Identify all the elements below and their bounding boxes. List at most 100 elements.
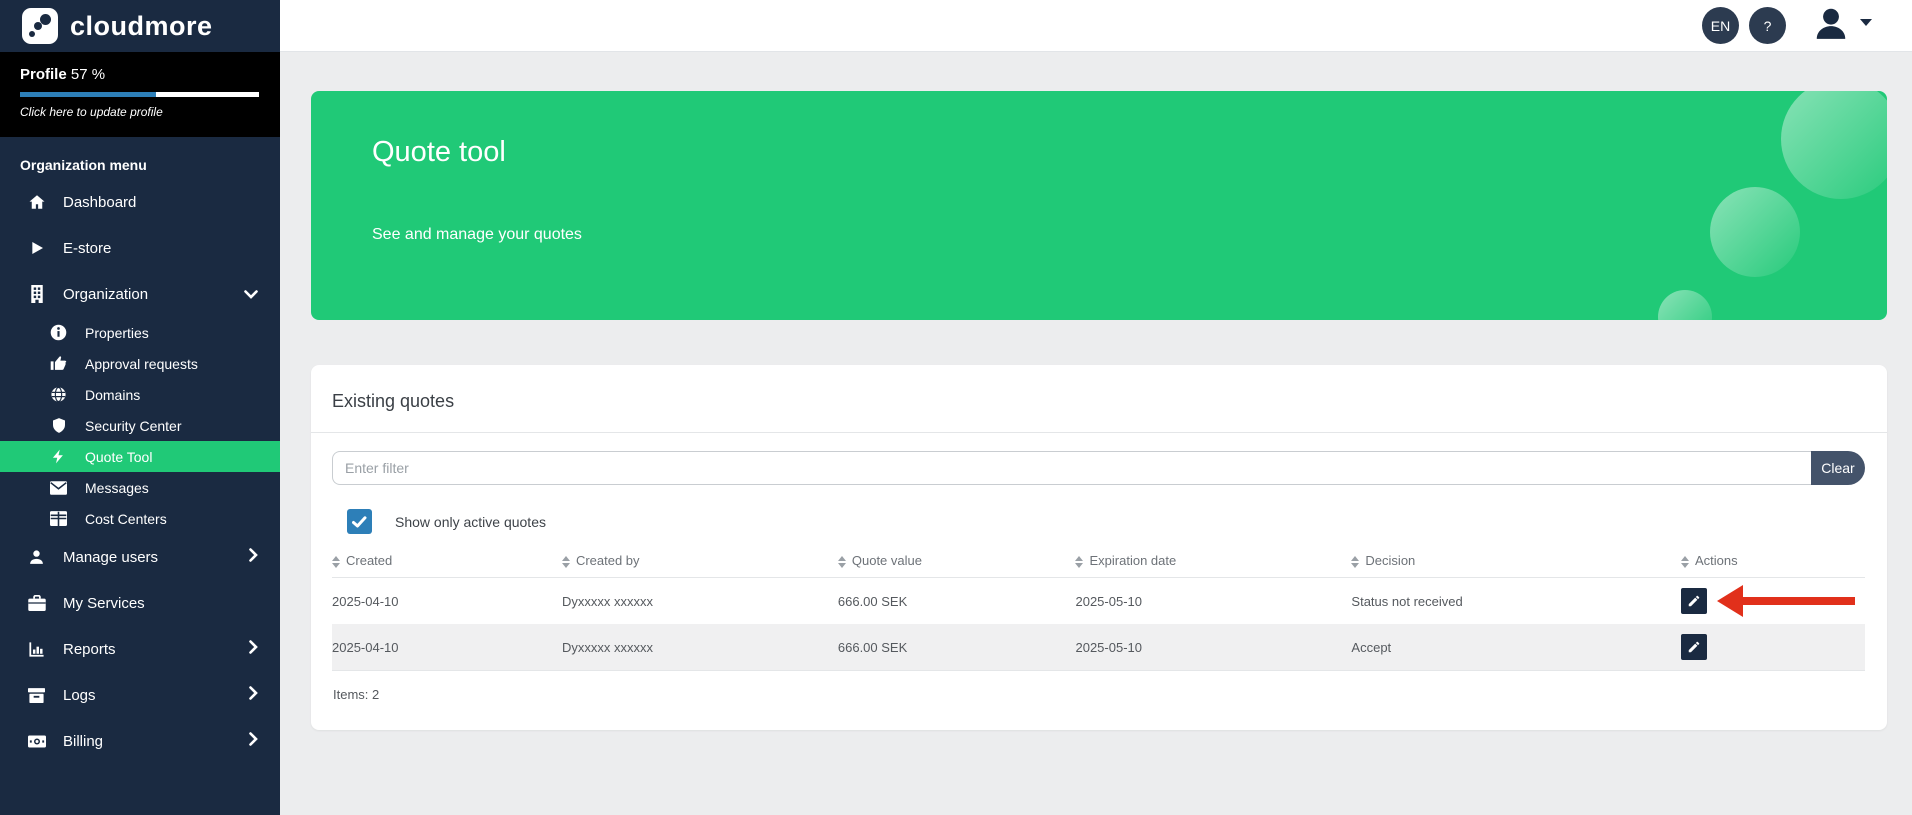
sort-icon (1351, 556, 1359, 568)
sidebar-item-label: Properties (85, 325, 149, 341)
page-subtitle: See and manage your quotes (372, 226, 1887, 244)
cell-expiration-date: 2025-05-10 (1075, 578, 1351, 625)
cell-actions (1681, 624, 1865, 670)
edit-quote-button[interactable] (1681, 634, 1707, 660)
sort-icon (1681, 556, 1689, 568)
avatar (1812, 4, 1850, 47)
sidebar-nav: Organization menu Dashboard E-store Orga… (0, 137, 280, 815)
profile-label: Profile (20, 66, 67, 83)
briefcase-icon (27, 595, 46, 611)
sidebar-item-estore[interactable]: E-store (0, 225, 280, 271)
active-quotes-checkbox[interactable] (347, 509, 372, 534)
edit-quote-button[interactable] (1681, 588, 1707, 614)
cell-quote-value: 666.00 SEK (838, 624, 1076, 670)
sidebar-item-label: Approval requests (85, 356, 198, 372)
profile-percent-label: Profile 57 % (20, 66, 260, 83)
sidebar-item-security-center[interactable]: Security Center (0, 410, 280, 441)
items-count: Items: 2 (333, 687, 1865, 702)
filter-input[interactable] (332, 451, 1811, 485)
column-header-expiration-date[interactable]: Expiration date (1075, 544, 1351, 578)
user-menu[interactable] (1812, 4, 1872, 47)
decorative-circle (1781, 91, 1887, 199)
sidebar-item-quote-tool[interactable]: Quote Tool (0, 441, 280, 472)
chevron-down-icon (244, 286, 258, 303)
chevron-right-icon (249, 732, 258, 750)
user-icon (27, 549, 46, 566)
decorative-circle (1658, 290, 1712, 320)
sidebar-item-messages[interactable]: Messages (0, 472, 280, 503)
profile-progress-box: Profile 57 % Click here to update profil… (0, 52, 280, 137)
decorative-circle (1710, 187, 1800, 277)
profile-update-link[interactable]: Click here to update profile (20, 105, 260, 119)
filter-row: Clear (332, 451, 1865, 485)
grid-table-icon (49, 511, 68, 526)
page-content: Quote tool See and manage your quotes Ex… (280, 52, 1912, 815)
cell-quote-value: 666.00 SEK (838, 578, 1076, 625)
sidebar-item-domains[interactable]: Domains (0, 379, 280, 410)
sidebar-item-label: Security Center (85, 418, 181, 434)
quotes-table: Created Created by Quote value Expiratio… (332, 544, 1865, 670)
sidebar-item-label: Quote Tool (85, 449, 152, 465)
column-header-created-by[interactable]: Created by (562, 544, 838, 578)
sidebar-item-billing[interactable]: Billing (0, 718, 280, 764)
sidebar-item-label: Dashboard (63, 194, 136, 211)
thumbs-up-icon (49, 355, 68, 372)
play-icon (27, 240, 46, 256)
cell-decision: Accept (1351, 624, 1681, 670)
checkbox-label: Show only active quotes (395, 514, 546, 530)
table-row: 2025-04-10 Dyxxxxx xxxxxx 666.00 SEK 202… (332, 624, 1865, 670)
language-button[interactable]: EN (1702, 7, 1739, 44)
chevron-right-icon (249, 640, 258, 658)
shield-icon (49, 417, 68, 434)
hero-banner: Quote tool See and manage your quotes (311, 91, 1887, 320)
column-label: Created (346, 553, 392, 568)
column-label: Expiration date (1089, 553, 1176, 568)
sort-icon (562, 556, 570, 568)
sidebar-item-label: Domains (85, 387, 140, 403)
sidebar-item-label: Billing (63, 733, 103, 750)
profile-progress-fill (20, 92, 156, 97)
main-area: EN ? Quote tool See and manage your quot… (280, 0, 1912, 815)
cell-created-by: Dyxxxxx xxxxxx (562, 624, 838, 670)
sidebar-item-cost-centers[interactable]: Cost Centers (0, 503, 280, 534)
column-header-created[interactable]: Created (332, 544, 562, 578)
column-label: Actions (1695, 553, 1738, 568)
sidebar-item-dashboard[interactable]: Dashboard (0, 179, 280, 225)
chevron-right-icon (249, 686, 258, 704)
sidebar-item-manage-users[interactable]: Manage users (0, 534, 280, 580)
building-icon (27, 285, 46, 303)
globe-icon (49, 386, 68, 403)
cell-expiration-date: 2025-05-10 (1075, 624, 1351, 670)
column-header-actions[interactable]: Actions (1681, 544, 1865, 578)
sort-icon (1075, 556, 1083, 568)
profile-percent: 57 % (71, 66, 105, 83)
cell-created: 2025-04-10 (332, 578, 562, 625)
sidebar: cloudmore Profile 57 % Click here to upd… (0, 0, 280, 815)
sidebar-item-label: E-store (63, 240, 111, 257)
column-header-quote-value[interactable]: Quote value (838, 544, 1076, 578)
banknote-icon (27, 735, 46, 748)
sidebar-item-reports[interactable]: Reports (0, 626, 280, 672)
sidebar-item-my-services[interactable]: My Services (0, 580, 280, 626)
sidebar-item-approval-requests[interactable]: Approval requests (0, 348, 280, 379)
clear-filter-button[interactable]: Clear (1811, 451, 1865, 485)
sidebar-item-properties[interactable]: Properties (0, 317, 280, 348)
brand-logo[interactable]: cloudmore (0, 0, 280, 52)
sidebar-item-logs[interactable]: Logs (0, 672, 280, 718)
sidebar-item-label: Messages (85, 480, 149, 496)
sort-icon (332, 556, 340, 568)
cell-actions (1681, 578, 1865, 625)
sidebar-item-organization[interactable]: Organization (0, 271, 280, 317)
column-label: Decision (1365, 553, 1415, 568)
column-header-decision[interactable]: Decision (1351, 544, 1681, 578)
sidebar-item-label: Logs (63, 687, 96, 704)
caret-down-icon (1860, 19, 1872, 26)
chevron-right-icon (249, 548, 258, 566)
bar-chart-icon (27, 641, 46, 658)
active-quotes-toggle-row: Show only active quotes (347, 509, 1865, 534)
help-button[interactable]: ? (1749, 7, 1786, 44)
page-title: Quote tool (372, 136, 1887, 169)
cell-decision: Status not received (1351, 578, 1681, 625)
brand-name: cloudmore (70, 11, 213, 42)
column-label: Created by (576, 553, 640, 568)
